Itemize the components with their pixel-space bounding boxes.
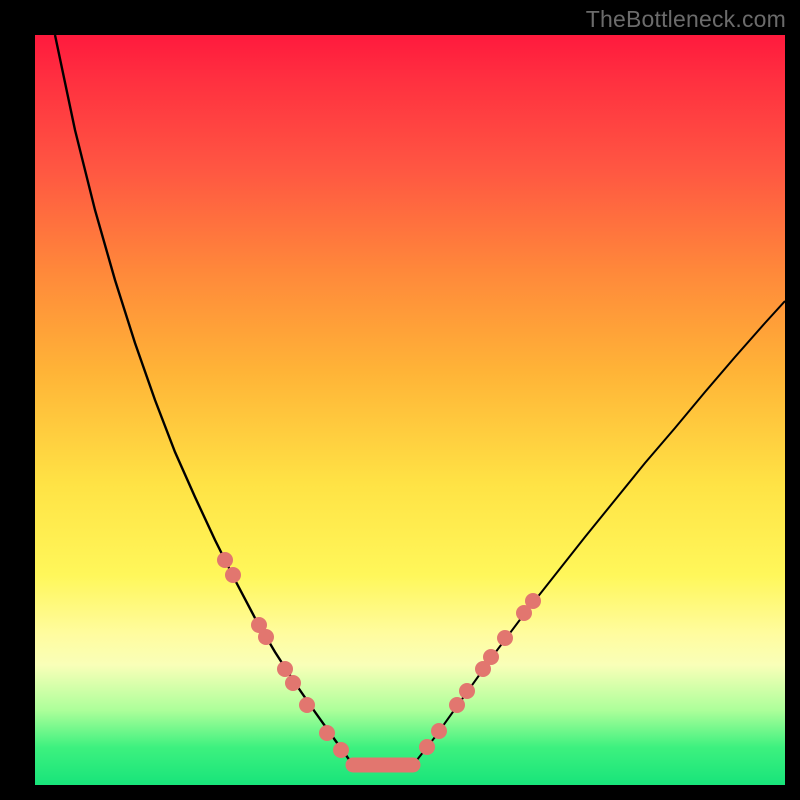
watermark-text: TheBottleneck.com [586, 6, 786, 33]
data-marker [225, 567, 241, 583]
data-marker [299, 697, 315, 713]
outer-frame: TheBottleneck.com [0, 0, 800, 800]
data-marker [285, 675, 301, 691]
data-marker [258, 629, 274, 645]
data-marker [333, 742, 349, 758]
markers-right-group [419, 593, 541, 755]
data-marker [319, 725, 335, 741]
data-marker [217, 552, 233, 568]
data-marker [497, 630, 513, 646]
plot-area [35, 35, 785, 785]
curve-svg [35, 35, 785, 785]
data-marker [419, 739, 435, 755]
data-marker [525, 593, 541, 609]
data-marker [459, 683, 475, 699]
data-marker [483, 649, 499, 665]
curve-left-branch [55, 35, 353, 765]
data-marker [431, 723, 447, 739]
data-marker [277, 661, 293, 677]
data-marker [449, 697, 465, 713]
